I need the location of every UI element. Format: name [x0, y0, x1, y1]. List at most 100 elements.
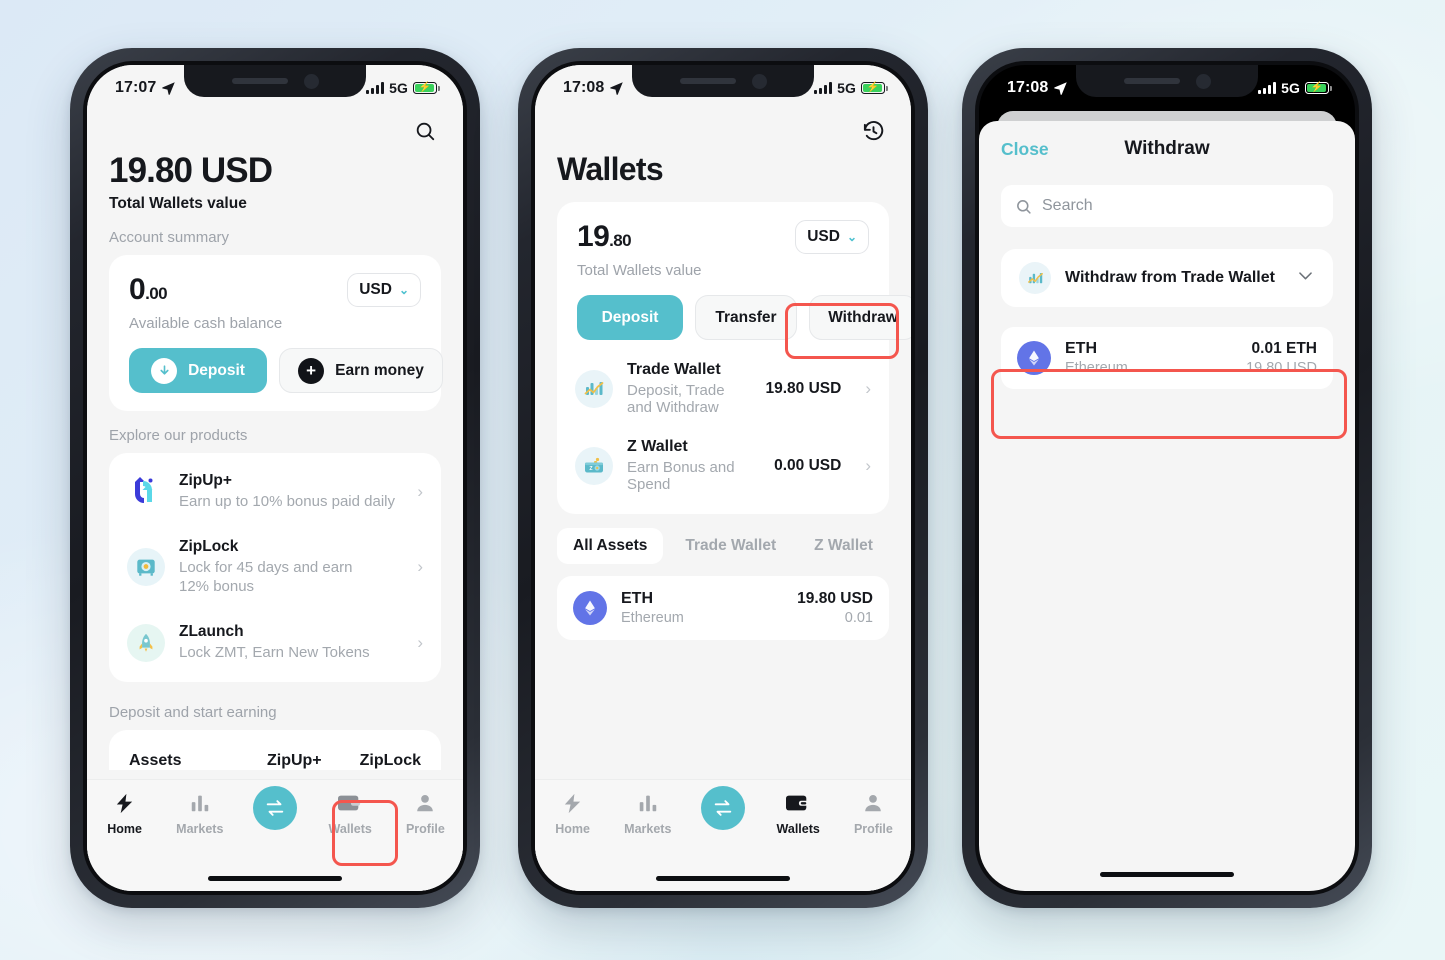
tab-wallets[interactable]: Wallets [313, 790, 388, 836]
total-int: 19 [577, 220, 610, 253]
download-arrow-icon [151, 357, 178, 384]
earn-money-button[interactable]: + Earn money [279, 348, 443, 393]
segment-all-assets[interactable]: All Assets [557, 528, 664, 564]
location-arrow-icon [610, 81, 624, 95]
tab-home[interactable]: Home [535, 790, 610, 836]
front-camera [1195, 73, 1211, 89]
currency-selector-wallets[interactable]: USD ⌄ [795, 220, 869, 254]
wallet-row-z[interactable]: Z Z Wallet Earn Bonus and Spend 0.00 USD… [575, 427, 871, 504]
tab-wallets[interactable]: Wallets [761, 790, 836, 836]
swap-icon [253, 786, 297, 830]
notch [1076, 65, 1258, 97]
chevron-right-icon: › [417, 557, 423, 577]
tab-profile[interactable]: Profile [836, 790, 911, 836]
home-app: 17:07 5G ⚡ 19.80 USD Total Wallets value… [87, 65, 463, 891]
plus-icon: + [298, 357, 325, 384]
notch [632, 65, 814, 97]
product-row-ziplock[interactable]: ZipLock Lock for 45 days and earn 12% bo… [127, 525, 423, 610]
tab-assets[interactable]: Assets [129, 752, 181, 770]
bolt-icon [113, 790, 136, 816]
tab-zipup[interactable]: ZipUp+ [267, 752, 322, 770]
tab-label: Home [107, 822, 142, 836]
wallet-icon [786, 790, 810, 816]
wallets-app: 17:08 5G ⚡ Wallets 19.80 USD ⌄ Total Wal… [535, 65, 911, 891]
explore-products-label: Explore our products [109, 427, 248, 444]
tab-home[interactable]: Home [87, 790, 162, 836]
asset-qty: 0.01 [844, 610, 873, 626]
transfer-button[interactable]: Transfer [695, 295, 797, 340]
asset-row-eth[interactable]: ETH Ethereum 19.80 USD 0.01 [557, 576, 889, 640]
phone-1-screen: 17:07 5G ⚡ 19.80 USD Total Wallets value… [87, 65, 463, 891]
front-camera [751, 73, 767, 89]
home-indicator-area [535, 865, 911, 891]
wallets-overview-section: 19.80 USD ⌄ Total Wallets value Deposit … [535, 202, 911, 640]
zipup-logo-icon [127, 473, 165, 511]
phone-1-home: 17:07 5G ⚡ 19.80 USD Total Wallets value… [70, 48, 480, 908]
segment-trade-wallet[interactable]: Trade Wallet [669, 528, 792, 564]
asset-symbol: ETH [1065, 340, 1097, 357]
wallet-name: Z Wallet [627, 438, 688, 455]
tab-swap[interactable] [237, 786, 312, 830]
chevron-down-icon: ⌄ [846, 230, 857, 244]
currency-value: USD [359, 281, 392, 298]
chevron-right-icon: › [417, 481, 423, 501]
withdraw-button[interactable]: Withdraw [809, 295, 911, 340]
tab-profile[interactable]: Profile [388, 790, 463, 836]
person-icon [414, 790, 436, 816]
search-field[interactable]: Search [1001, 185, 1333, 227]
deposit-earning-label: Deposit and start earning [109, 703, 277, 721]
phone-2-screen: 17:08 5G ⚡ Wallets 19.80 USD ⌄ Total Wal… [535, 65, 911, 891]
phone-1-bezel: 17:07 5G ⚡ 19.80 USD Total Wallets value… [83, 61, 467, 895]
speaker-grille [1123, 78, 1180, 84]
home-header: 19.80 USD Total Wallets value Account su… [87, 151, 463, 246]
wallet-row-trade[interactable]: Trade Wallet Deposit, Trade and Withdraw… [575, 350, 871, 427]
currency-selector-home[interactable]: USD ⌄ [347, 273, 421, 307]
asset-value: 19.80 USD [797, 590, 873, 607]
wallets-header: Wallets [535, 151, 911, 188]
wallet-amount: 0.00 USD [774, 456, 842, 474]
location-arrow-icon [162, 81, 176, 95]
wallets-total-label: Total Wallets value [577, 262, 702, 279]
tab-ziplock[interactable]: ZipLock [360, 752, 421, 770]
tab-markets[interactable]: Markets [162, 790, 237, 836]
phone-2-wallets: 17:08 5G ⚡ Wallets 19.80 USD ⌄ Total Wal… [518, 48, 928, 908]
deposit-button[interactable]: Deposit [129, 348, 267, 393]
location-arrow-icon [1054, 81, 1068, 95]
network-type: 5G [837, 80, 856, 96]
chevron-down-icon: ⌄ [398, 283, 409, 297]
battery-charging-icon: ⚡ [413, 82, 440, 94]
chevron-right-icon: › [865, 378, 871, 398]
wallet-desc: Earn Bonus and Spend [627, 459, 735, 493]
person-icon [862, 790, 884, 816]
product-title: ZipLock [179, 537, 239, 555]
tab-label: Wallets [328, 822, 372, 836]
chevron-right-icon: › [417, 632, 423, 652]
earn-money-label: Earn money [335, 361, 424, 379]
withdraw-asset-row-eth[interactable]: ETH Ethereum 0.01 ETH 19.80 USD [1001, 327, 1333, 389]
product-row-zlaunch[interactable]: ZLaunch Lock ZMT, Earn New Tokens › [127, 610, 423, 676]
deposit-button[interactable]: Deposit [577, 295, 683, 340]
transfer-label: Transfer [715, 308, 777, 326]
cash-balance-amount: 0.00 [129, 273, 168, 307]
home-indicator-area [979, 857, 1355, 891]
asset-qty: 0.01 ETH [1251, 340, 1317, 357]
tab-label: Markets [624, 822, 672, 836]
total-wallets-label: Total Wallets value [109, 195, 247, 212]
wallets-list: Trade Wallet Deposit, Trade and Withdraw… [557, 348, 889, 514]
search-icon[interactable] [411, 117, 439, 145]
tab-markets[interactable]: Markets [610, 790, 685, 836]
source-label: Withdraw from Trade Wallet [1065, 269, 1275, 286]
history-clock-icon[interactable] [859, 117, 887, 145]
swap-icon [701, 786, 745, 830]
asset-filter-tabs: All Assets Trade Wallet Z Wallet [557, 528, 889, 564]
page-title: Wallets [557, 151, 664, 187]
product-desc: Lock for 45 days and earn 12% bonus [179, 558, 353, 595]
wallets-toolbar [535, 111, 911, 151]
product-row-zipup[interactable]: ZipUp+ Earn up to 10% bonus paid daily › [127, 459, 423, 525]
withdraw-source-selector[interactable]: Withdraw from Trade Wallet [1001, 249, 1333, 307]
speaker-grille [679, 78, 736, 84]
product-desc: Earn up to 10% bonus paid daily [179, 493, 395, 510]
ethereum-icon [1017, 341, 1051, 375]
segment-z-wallet[interactable]: Z Wallet [798, 528, 889, 564]
tab-swap[interactable] [685, 786, 760, 830]
